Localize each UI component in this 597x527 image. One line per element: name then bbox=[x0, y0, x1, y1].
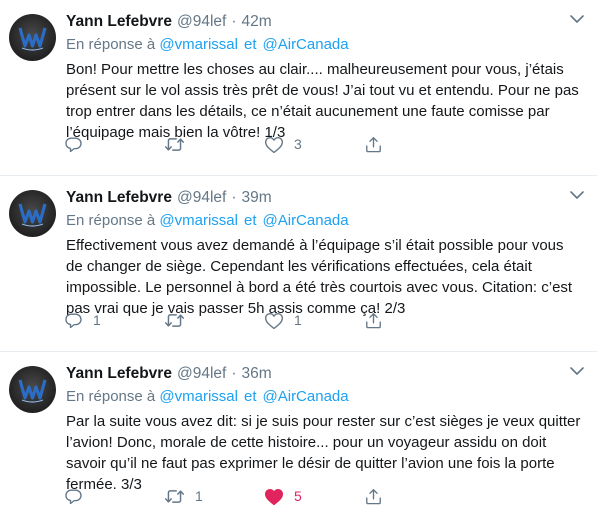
author-name[interactable]: Yann Lefebvre bbox=[66, 188, 172, 208]
reply-icon bbox=[65, 136, 82, 152]
like-button[interactable]: 5 bbox=[264, 485, 302, 507]
share-icon bbox=[366, 488, 381, 504]
avatar-logo bbox=[18, 379, 47, 403]
heart-icon bbox=[264, 488, 284, 505]
retweet-icon bbox=[164, 489, 185, 503]
author-name[interactable]: Yann Lefebvre bbox=[66, 364, 172, 384]
author-handle[interactable]: @94lef bbox=[177, 12, 226, 32]
mention-connector: et bbox=[243, 36, 257, 53]
like-button[interactable]: 3 bbox=[264, 133, 302, 155]
timestamp[interactable]: 39m bbox=[242, 188, 272, 208]
tweet-text: Effectivement vous avez demandé à l’équi… bbox=[66, 237, 573, 317]
timestamp[interactable]: 42m bbox=[242, 12, 272, 32]
reply-button[interactable] bbox=[64, 133, 93, 155]
like-count: 3 bbox=[294, 136, 302, 152]
avatar[interactable] bbox=[9, 190, 56, 237]
tweet[interactable]: Yann Lefebvre @94lef · 42m En réponse à … bbox=[0, 0, 597, 176]
tweet-text: Bon! Pour mettre les choses au clair....… bbox=[66, 61, 579, 141]
chevron-down-icon[interactable] bbox=[569, 14, 585, 24]
chevron-down-icon[interactable] bbox=[569, 190, 585, 200]
reply-button[interactable] bbox=[64, 485, 93, 507]
reply-prefix: En réponse à bbox=[66, 36, 156, 53]
reply-button[interactable]: 1 bbox=[64, 309, 101, 331]
mention-connector: et bbox=[243, 388, 257, 405]
mention-link[interactable]: @vmarissal bbox=[159, 388, 238, 405]
like-count: 1 bbox=[294, 312, 302, 328]
retweet-button[interactable]: 1 bbox=[164, 485, 203, 507]
tweet-actions: 1 5 bbox=[64, 485, 384, 507]
share-icon bbox=[366, 312, 381, 328]
reply-context: En réponse à @vmarissal et @AirCanada bbox=[66, 35, 583, 55]
retweet-icon bbox=[164, 137, 185, 151]
heart-icon bbox=[264, 136, 284, 153]
reply-icon bbox=[65, 312, 82, 328]
reply-context: En réponse à @vmarissal et @AirCanada bbox=[66, 387, 583, 407]
tweet[interactable]: Yann Lefebvre @94lef · 39m En réponse à … bbox=[0, 176, 597, 352]
tweet-actions: 1 1 bbox=[64, 309, 384, 331]
mention-link[interactable]: @AirCanada bbox=[263, 36, 349, 53]
avatar[interactable] bbox=[9, 14, 56, 61]
retweet-count: 1 bbox=[195, 488, 203, 504]
tweet-body: Yann Lefebvre @94lef · 36m En réponse à … bbox=[66, 364, 583, 495]
mention-link[interactable]: @vmarissal bbox=[159, 36, 238, 53]
tweet[interactable]: Yann Lefebvre @94lef · 36m En réponse à … bbox=[0, 352, 597, 527]
separator-dot: · bbox=[231, 365, 237, 382]
heart-icon bbox=[264, 312, 284, 329]
tweet-thread: Yann Lefebvre @94lef · 42m En réponse à … bbox=[0, 0, 597, 527]
share-button[interactable] bbox=[364, 133, 383, 155]
author-handle[interactable]: @94lef bbox=[177, 364, 226, 384]
like-button[interactable]: 1 bbox=[264, 309, 302, 331]
like-count: 5 bbox=[294, 488, 302, 504]
reply-count: 1 bbox=[93, 312, 101, 328]
share-button[interactable] bbox=[364, 309, 383, 331]
separator-dot: · bbox=[231, 189, 237, 206]
retweet-icon bbox=[164, 313, 185, 327]
chevron-down-icon[interactable] bbox=[569, 366, 585, 376]
tweet-header: Yann Lefebvre @94lef · 36m bbox=[66, 364, 583, 384]
mention-connector: et bbox=[243, 212, 257, 229]
timestamp[interactable]: 36m bbox=[242, 364, 272, 384]
reply-icon bbox=[65, 488, 82, 504]
avatar-logo bbox=[18, 27, 47, 51]
retweet-button[interactable] bbox=[164, 133, 195, 155]
retweet-button[interactable] bbox=[164, 309, 195, 331]
avatar-logo bbox=[18, 203, 47, 227]
tweet-text: Par la suite vous avez dit: si je suis p… bbox=[66, 413, 581, 493]
author-name[interactable]: Yann Lefebvre bbox=[66, 12, 172, 32]
separator-dot: · bbox=[231, 13, 237, 30]
tweet-header: Yann Lefebvre @94lef · 39m bbox=[66, 188, 583, 208]
tweet-body: Yann Lefebvre @94lef · 42m En réponse à … bbox=[66, 12, 583, 143]
avatar[interactable] bbox=[9, 366, 56, 413]
author-handle[interactable]: @94lef bbox=[177, 188, 226, 208]
tweet-header: Yann Lefebvre @94lef · 42m bbox=[66, 12, 583, 32]
mention-link[interactable]: @vmarissal bbox=[159, 212, 238, 229]
tweet-actions: 3 bbox=[64, 133, 384, 155]
reply-prefix: En réponse à bbox=[66, 212, 156, 229]
mention-link[interactable]: @AirCanada bbox=[263, 388, 349, 405]
reply-context: En réponse à @vmarissal et @AirCanada bbox=[66, 211, 583, 231]
reply-prefix: En réponse à bbox=[66, 388, 156, 405]
share-icon bbox=[366, 136, 381, 152]
mention-link[interactable]: @AirCanada bbox=[263, 212, 349, 229]
tweet-body: Yann Lefebvre @94lef · 39m En réponse à … bbox=[66, 188, 583, 319]
share-button[interactable] bbox=[364, 485, 383, 507]
